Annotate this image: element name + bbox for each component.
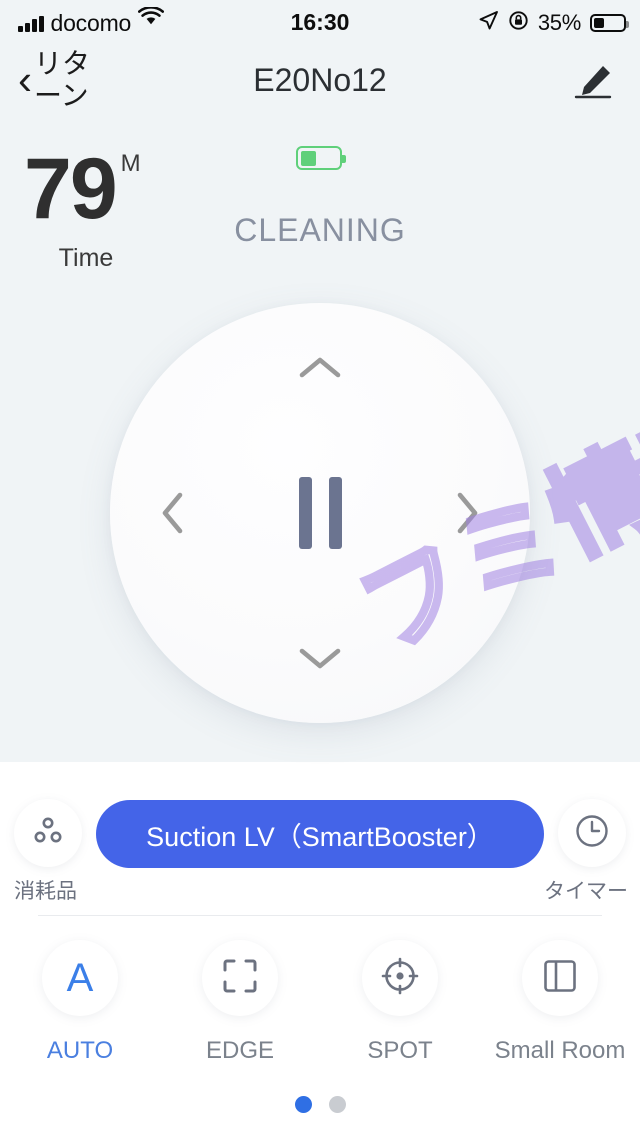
status-bar-right: 35% (478, 10, 629, 36)
consumables-button[interactable] (14, 799, 82, 867)
rotation-lock-icon (508, 10, 529, 36)
chevron-down-icon[interactable] (283, 621, 357, 695)
page-dot-2[interactable] (328, 1096, 346, 1113)
pencil-edit-icon[interactable] (570, 62, 618, 102)
pause-bar-right (328, 477, 342, 549)
app-screen: docomo 16:30 35% ‹ リターン E20No12 79 M Tim… (0, 0, 640, 1136)
battery-percent-label: 35% (537, 10, 581, 35)
status-bar: docomo 16:30 35% (0, 0, 640, 44)
mode-label-auto: AUTO (46, 1037, 114, 1064)
timer-button[interactable] (558, 799, 626, 867)
mode-label-edge: EDGE (205, 1037, 274, 1064)
edge-frame-icon (222, 958, 258, 999)
page-indicator (0, 1096, 640, 1113)
page-dot-1[interactable] (294, 1096, 312, 1113)
location-arrow-icon (478, 10, 499, 36)
battery-icon (590, 14, 629, 32)
spot-target-icon (381, 957, 419, 1000)
chevron-left-icon[interactable] (136, 476, 210, 550)
mode-icon-circle-small-room (522, 940, 598, 1016)
chevron-right-icon[interactable] (430, 476, 504, 550)
mode-button-small-room[interactable]: Small Room (480, 940, 640, 1065)
clock-icon (573, 812, 611, 855)
mode-button-edge[interactable]: EDGE (160, 940, 320, 1065)
cleaning-time-unit: M (120, 150, 141, 177)
letter-a-icon: A (66, 956, 94, 1000)
mode-label-small-room: Small Room (494, 1037, 626, 1064)
page-title: E20No12 (253, 62, 387, 98)
directional-pad[interactable] (110, 303, 530, 723)
mode-button-spot[interactable]: SPOT (320, 940, 480, 1065)
mode-icon-circle-auto: A (42, 940, 118, 1016)
cleaning-mode-row: A AUTO EDGE SPOT Small Room (0, 940, 640, 1065)
section-divider (38, 915, 602, 916)
cleaning-time-block: 79 M Time (24, 146, 148, 273)
timer-label: タイマー (544, 880, 628, 903)
mode-label-spot: SPOT (367, 1037, 433, 1064)
pause-bar-left (298, 477, 312, 549)
robot-battery-icon (296, 146, 346, 170)
suction-level-button[interactable]: Suction LV（SmartBooster） (96, 800, 544, 868)
consumables-dots-icon (30, 813, 66, 854)
suction-control-row: 消耗品 Suction LV（SmartBooster） タイマー (0, 795, 640, 903)
pause-icon[interactable] (275, 468, 365, 558)
chevron-up-icon[interactable] (283, 331, 357, 405)
consumables-label: 消耗品 (14, 880, 77, 903)
robot-status-label: CLEANING (234, 212, 406, 248)
small-room-icon (543, 959, 577, 998)
mode-icon-circle-spot (362, 940, 438, 1016)
mode-button-auto[interactable]: A AUTO (0, 940, 160, 1065)
mode-icon-circle-edge (202, 940, 278, 1016)
